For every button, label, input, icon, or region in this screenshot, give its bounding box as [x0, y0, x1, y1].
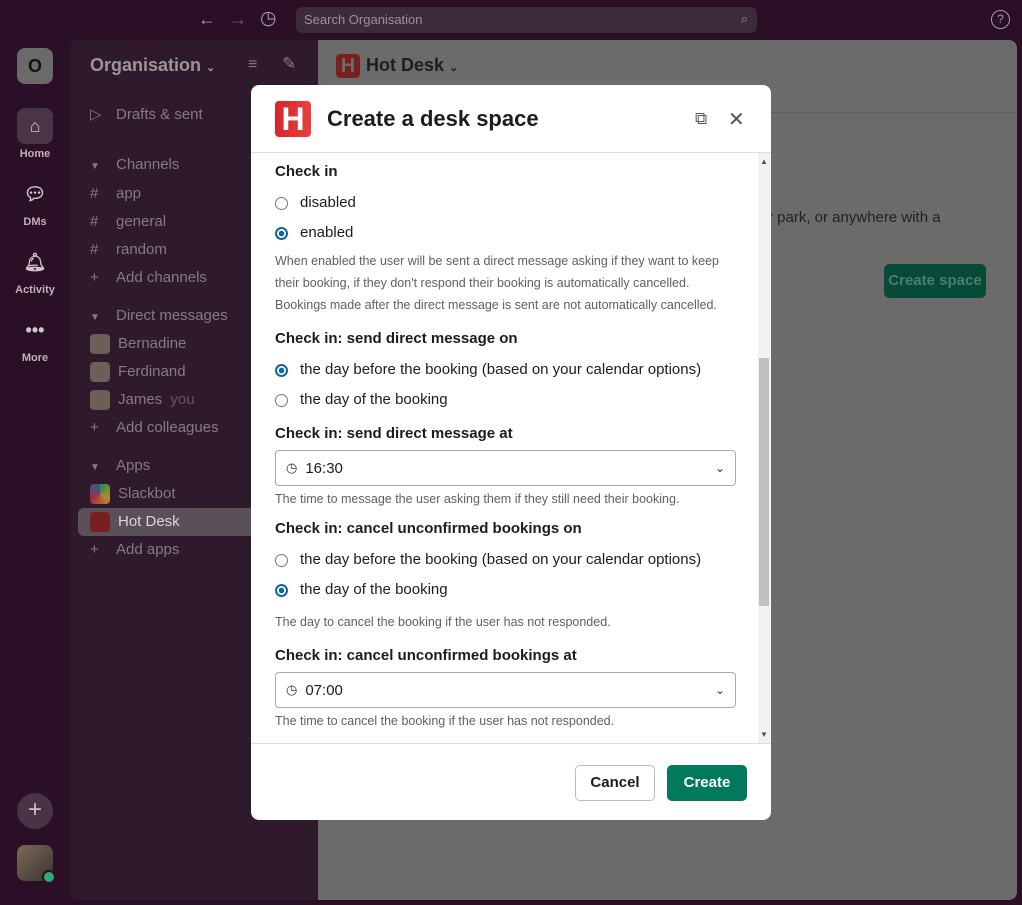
cancel-on-label: Check in: cancel unconfirmed bookings on [275, 520, 582, 537]
rail-label: Activity [15, 284, 55, 296]
cancel-button[interactable]: Cancel [575, 765, 655, 801]
rail-label: More [21, 352, 49, 364]
popout-icon[interactable]: ⧉ [695, 109, 707, 129]
avatar [90, 362, 110, 383]
cancel-at-label: Check in: cancel unconfirmed bookings at [275, 647, 577, 664]
scroll-up-icon[interactable]: ▲ [760, 157, 768, 166]
rail-home[interactable]: ⌂ Home [0, 108, 70, 160]
caret-icon: ▼ [90, 462, 100, 473]
hash-icon: # [90, 213, 99, 230]
send-at-label: Check in: send direct message at [275, 425, 513, 442]
cancel-on-day-before-radio[interactable]: the day before the booking (based on you… [275, 545, 756, 575]
history-clock-icon[interactable]: ◷ [260, 7, 277, 30]
modal-header: H Create a desk space ⧉ ✕ [251, 85, 771, 153]
caret-icon: ▼ [90, 161, 100, 172]
cancel-on-help: The day to cancel the booking if the use… [275, 615, 611, 629]
main-description: r park, or anywhere with a [768, 209, 941, 226]
check-in-help: When enabled the user will be sent a dir… [275, 254, 720, 312]
cancel-at-time-select[interactable]: ◷ 07:00 ⌄ [275, 672, 736, 708]
search-placeholder: Search Organisation [304, 12, 423, 27]
send-at-time-select[interactable]: ◷ 16:30 ⌄ [275, 450, 736, 486]
avatar [90, 390, 110, 411]
compose-icon[interactable]: ✎ [282, 54, 296, 74]
caret-icon: ▼ [90, 312, 100, 323]
check-in-enabled-radio[interactable]: enabled [275, 218, 756, 248]
clock-icon: ◷ [286, 460, 298, 475]
send-on-label: Check in: send direct message on [275, 330, 518, 347]
dms-icon: 💬︎ [23, 184, 47, 204]
forward-arrow-icon[interactable]: → [229, 9, 247, 30]
rail-label: DMs [23, 216, 47, 228]
bell-icon: 🔔︎ [23, 252, 47, 272]
clock-icon: ◷ [286, 682, 298, 697]
chevron-down-icon: ⌄ [449, 61, 459, 74]
more-icon: ••• [25, 320, 45, 340]
plus-icon: + [90, 419, 99, 436]
slackbot-icon [90, 484, 110, 505]
avatar [90, 334, 110, 355]
modal-body: Check in disabled enabled When enabled t… [251, 153, 771, 743]
chevron-down-icon: ⌄ [714, 683, 725, 697]
scroll-down-icon[interactable]: ▼ [760, 730, 768, 739]
send-at-help: The time to message the user asking them… [275, 492, 680, 506]
back-arrow-icon[interactable]: ← [198, 9, 216, 30]
help-icon[interactable]: ? [991, 10, 1010, 29]
rail-label: Home [19, 148, 51, 160]
modal-scrollbar[interactable]: ▲ ▼ [758, 153, 770, 743]
search-icon: ⌕ [740, 11, 748, 26]
check-in-label: Check in [275, 163, 338, 180]
scrollbar-thumb[interactable] [759, 358, 769, 606]
rail-activity[interactable]: 🔔︎ Activity [0, 244, 70, 296]
hot-desk-icon [90, 512, 110, 533]
send-on-day-of-radio[interactable]: the day of the booking [275, 385, 756, 415]
channel-title[interactable]: H Hot Desk ⌄ [336, 54, 458, 78]
you-label: you [170, 391, 195, 408]
chevron-down-icon: ⌄ [714, 461, 725, 475]
home-icon: ⌂ [17, 108, 53, 144]
modal-footer: Cancel Create [251, 743, 771, 820]
send-on-day-before-radio[interactable]: the day before the booking (based on you… [275, 355, 756, 385]
hash-icon: # [90, 185, 99, 202]
workspace-name[interactable]: Organisation ⌄ [90, 55, 215, 76]
filter-icon[interactable]: ≡ [248, 56, 257, 74]
user-avatar[interactable] [17, 845, 56, 884]
cancel-on-day-of-radio[interactable]: the day of the booking [275, 575, 756, 605]
modal-title: Create a desk space [327, 106, 539, 131]
send-icon: ▷ [90, 106, 102, 123]
chevron-down-icon: ⌄ [206, 62, 216, 74]
hot-desk-logo: H [336, 54, 360, 78]
workspace-switcher[interactable]: O [17, 48, 53, 84]
workspace-rail [0, 40, 70, 905]
hot-desk-logo: H [275, 101, 311, 137]
rail-more[interactable]: ••• More [0, 312, 70, 364]
plus-icon: + [90, 541, 99, 558]
hash-icon: # [90, 241, 99, 258]
create-button[interactable]: Create [667, 765, 747, 801]
rail-dms[interactable]: 💬︎ DMs [0, 176, 70, 228]
search-input[interactable]: Search Organisation ⌕ [296, 7, 757, 33]
create-space-button[interactable]: Create space [884, 264, 986, 298]
top-bar: ← → ◷ Search Organisation ⌕ ? [0, 0, 1022, 40]
plus-icon: + [90, 269, 99, 286]
check-in-disabled-radio[interactable]: disabled [275, 188, 756, 218]
cancel-at-help: The time to cancel the booking if the us… [275, 714, 615, 728]
add-button[interactable]: + [17, 793, 53, 829]
create-desk-space-modal: H Create a desk space ⧉ ✕ Check in disab… [251, 85, 771, 820]
close-icon[interactable]: ✕ [728, 107, 745, 132]
